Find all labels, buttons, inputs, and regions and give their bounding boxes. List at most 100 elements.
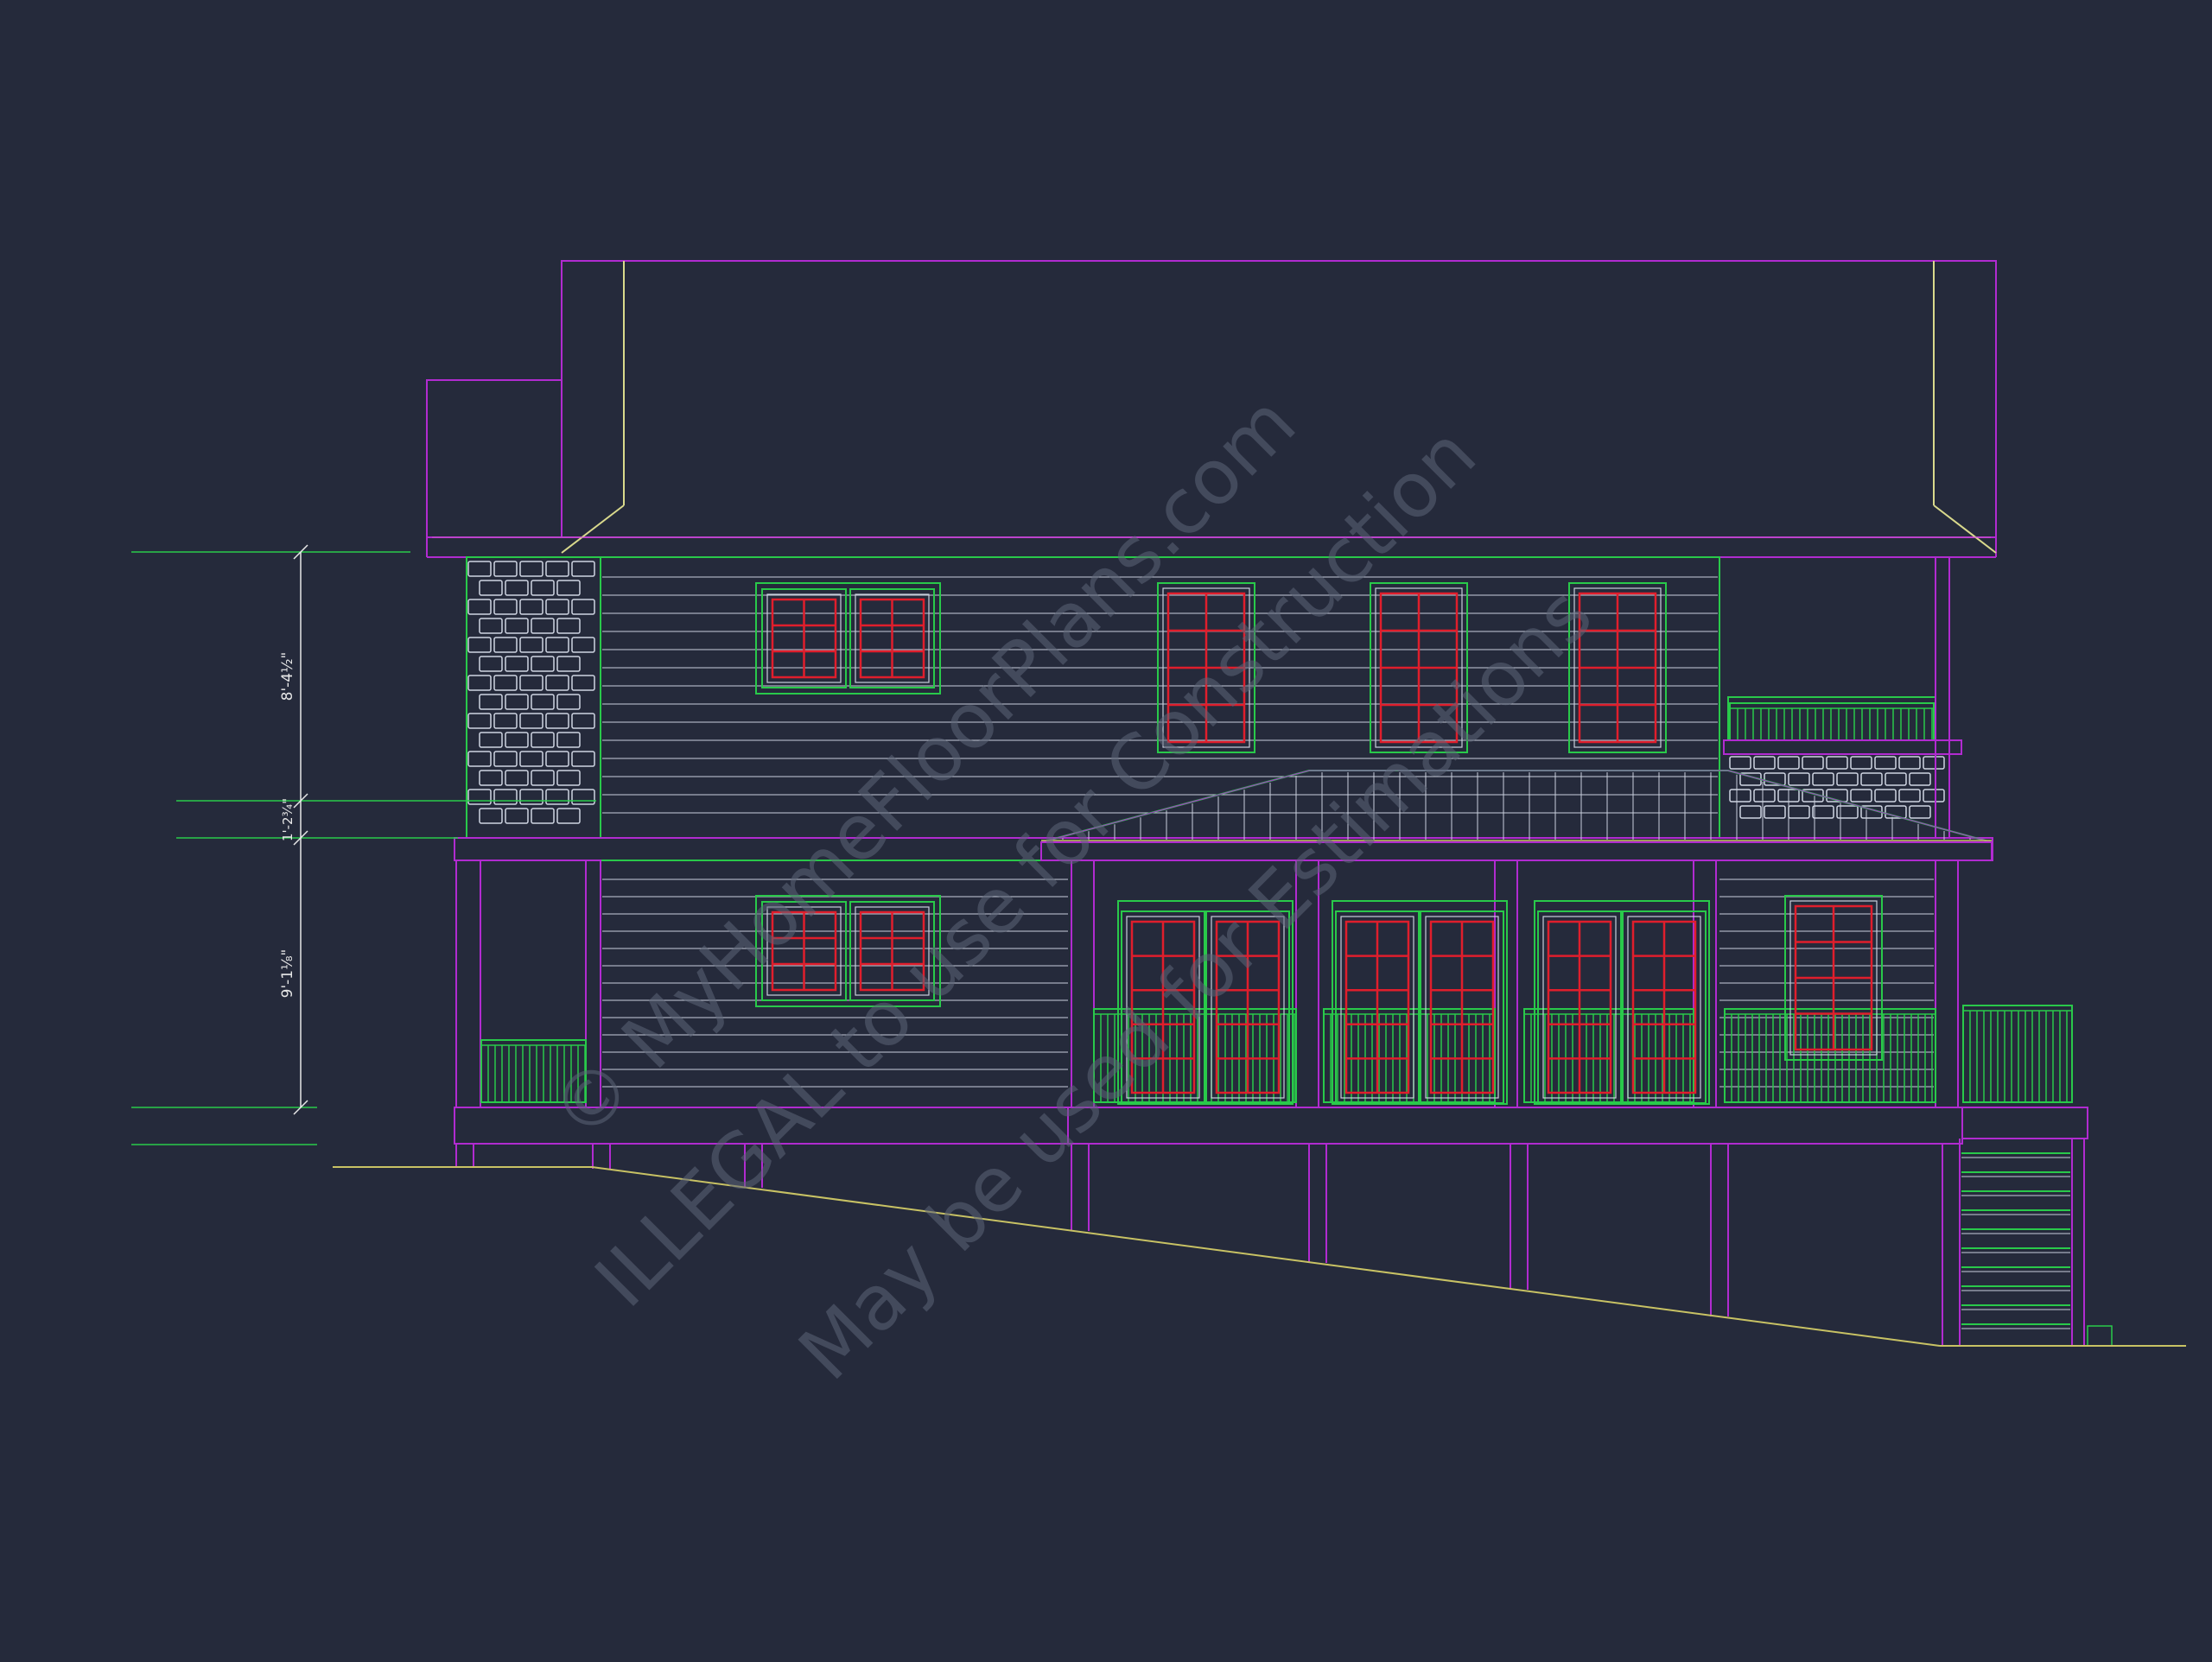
stone-block: [493, 789, 518, 805]
stone-block: [1753, 789, 1776, 802]
stone-block: [1874, 789, 1897, 802]
stone-block: [1923, 756, 1945, 770]
stone-block: [531, 770, 555, 786]
stone-block: [1909, 772, 1931, 786]
stone-block: [556, 618, 581, 634]
balcony-railing: [1729, 702, 1935, 741]
stone-block: [1826, 756, 1848, 770]
stone-block: [479, 580, 503, 596]
railing-frame: [1962, 1005, 2073, 1103]
deck: [454, 1107, 2088, 1145]
stone-block: [531, 580, 555, 596]
stone-block: [519, 675, 543, 691]
stone-block: [1802, 756, 1824, 770]
stone-block: [467, 751, 492, 767]
stone-block: [467, 637, 492, 653]
stone-block: [1923, 789, 1945, 802]
dimension-lines: 8'-4½" 1'-2¾" 9'-1⅛": [131, 544, 596, 1145]
porch-beam: [1040, 841, 1993, 861]
stone-block: [545, 599, 569, 615]
floor-band-rect: [454, 837, 1993, 861]
railing-frame: [1523, 1008, 1694, 1103]
stone-block: [505, 732, 529, 748]
porch-railing: [1093, 1008, 1936, 1103]
stone-block: [531, 808, 555, 824]
stone-block: [1729, 789, 1751, 802]
stone-block: [1874, 756, 1897, 770]
stone-block: [467, 599, 492, 615]
stone-block: [467, 713, 492, 729]
stone-block: [479, 694, 503, 710]
stone-block: [1885, 772, 1907, 786]
stone-block: [505, 656, 529, 672]
stone-block: [556, 732, 581, 748]
stone-block: [556, 808, 581, 824]
stone-block: [493, 637, 518, 653]
stone-block: [493, 751, 518, 767]
balcony-stone: [1729, 756, 1945, 819]
stone-block: [493, 561, 518, 577]
stone-block: [1860, 772, 1883, 786]
stone-block: [545, 789, 569, 805]
right-deck-beam: [1067, 1107, 1963, 1145]
stone-block: [1788, 805, 1810, 819]
stone-block: [505, 808, 529, 824]
stone-block: [519, 751, 543, 767]
dim-band-height: 1'-2¾": [280, 798, 296, 841]
stone-block: [545, 713, 569, 729]
stone-block: [479, 656, 503, 672]
stone-block: [571, 561, 595, 577]
stone-block: [531, 694, 555, 710]
watermark: © MyHomeFloorPlans.com ILLEGAL to use fo…: [534, 378, 1609, 1397]
main-roof-outline: [561, 260, 1997, 538]
stone-block: [545, 637, 569, 653]
stone-block: [571, 751, 595, 767]
elevation-drawing: 8'-4½" 1'-2¾" 9'-1⅛" © MyHomeFloorPlans.…: [0, 0, 2212, 1659]
stone-block: [1788, 772, 1810, 786]
stone-block: [571, 713, 595, 729]
exterior-stairs: [1959, 1139, 2113, 1347]
stone-block: [571, 789, 595, 805]
stone-block: [531, 618, 555, 634]
stone-block: [1850, 789, 1872, 802]
stone-block: [556, 656, 581, 672]
stone-block: [519, 789, 543, 805]
stone-block: [505, 770, 529, 786]
stone-block: [1909, 805, 1931, 819]
stone-block: [519, 637, 543, 653]
stone-chimney: [467, 561, 595, 824]
stone-block: [493, 675, 518, 691]
porch-post: [1935, 860, 1959, 1108]
stone-block: [571, 637, 595, 653]
left-roof-extension: [426, 379, 563, 538]
stone-block: [1850, 756, 1872, 770]
stair-railing: [1962, 1005, 2073, 1103]
stone-block: [1836, 772, 1859, 786]
stone-block: [1812, 805, 1834, 819]
dim-upper-height: 8'-4½": [279, 652, 296, 701]
stone-block: [545, 751, 569, 767]
stone-block: [1764, 805, 1786, 819]
dim-lower-height: 9'-1⅛": [279, 949, 296, 999]
stone-block: [571, 599, 595, 615]
stone-block: [519, 599, 543, 615]
stone-block: [479, 732, 503, 748]
stone-block: [531, 656, 555, 672]
stone-block: [545, 675, 569, 691]
stone-block: [493, 599, 518, 615]
stone-block: [1777, 756, 1800, 770]
stone-block: [467, 561, 492, 577]
stone-block: [519, 713, 543, 729]
stone-block: [1898, 756, 1921, 770]
stone-block: [479, 618, 503, 634]
stair-landing: [1961, 1107, 2088, 1139]
stone-block: [545, 561, 569, 577]
stone-block: [467, 789, 492, 805]
stone-block: [571, 675, 595, 691]
stone-block: [556, 580, 581, 596]
stair-footing: [2087, 1325, 2113, 1347]
stone-block: [479, 808, 503, 824]
stone-block: [493, 713, 518, 729]
elevation-svg: 8'-4½" 1'-2¾" 9'-1⅛" © MyHomeFloorPlans.…: [131, 260, 2186, 1397]
stone-block: [1812, 772, 1834, 786]
